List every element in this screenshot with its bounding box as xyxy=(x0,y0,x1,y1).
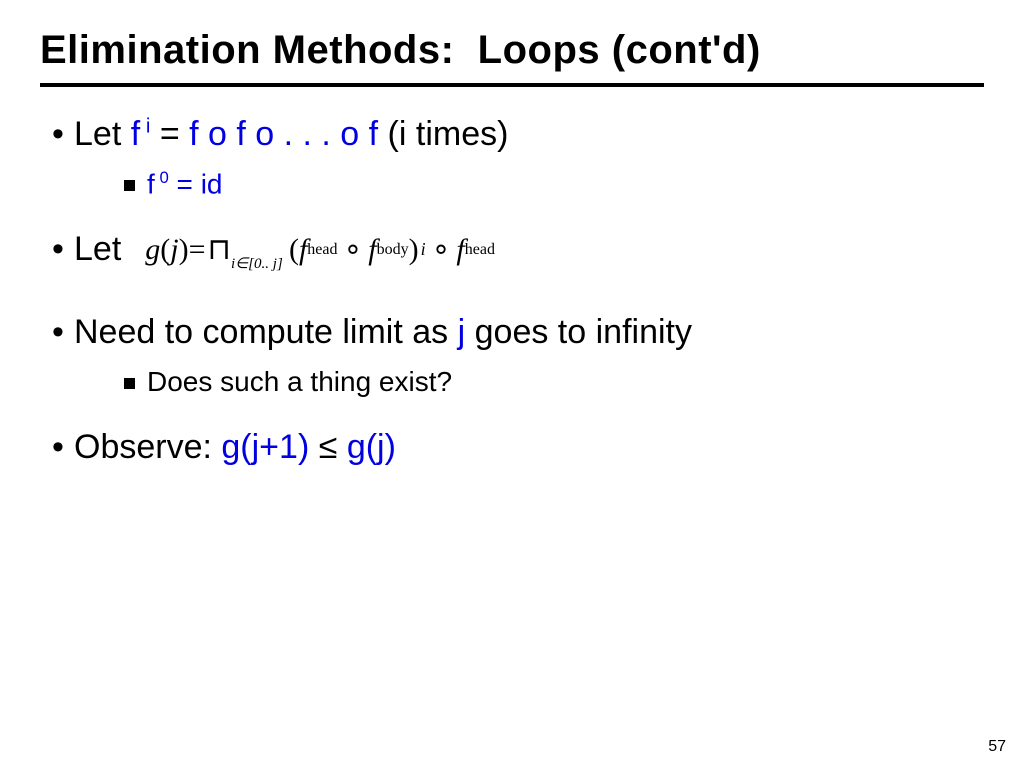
head-sub: head xyxy=(307,241,337,259)
sup-i: i xyxy=(140,116,150,138)
lp2: ( xyxy=(289,233,299,267)
g: g xyxy=(145,233,160,267)
let2: Let xyxy=(74,230,121,268)
observe-lhs: g(j+1) xyxy=(221,428,309,466)
observe-rhs: g(j) xyxy=(347,428,396,466)
page-number: 57 xyxy=(988,738,1006,756)
f0-eq: = id xyxy=(169,168,223,199)
bullet-let-fi: •Let f i = f o f o . . . o f (i times) xyxy=(40,115,984,154)
limit-pre: Need to compute limit as xyxy=(74,313,458,351)
circ2: ∘ xyxy=(432,232,451,267)
observe-le: ≤ xyxy=(309,428,347,466)
g-formula: g(j) = ⊓i∈[0.. j](fhead∘fbody)i∘fhead xyxy=(145,232,495,267)
bullet-f0-id: f 0 = id xyxy=(40,168,984,200)
rp2: ) xyxy=(409,233,419,267)
fhead: f xyxy=(299,233,307,267)
f0-sup: 0 xyxy=(155,168,169,187)
sup-i2: i xyxy=(421,239,426,260)
bullet-observe: •Observe: g(j+1) ≤ g(j) xyxy=(40,428,984,467)
f0-f: f xyxy=(147,168,155,199)
limit-post: goes to infinity xyxy=(465,313,692,351)
eq2: = xyxy=(189,233,206,267)
exist-text: Does such a thing exist? xyxy=(147,366,452,397)
observe-pre: Observe: xyxy=(74,428,221,466)
bullet-let-g: •Let g(j) = ⊓i∈[0.. j](fhead∘fbody)i∘fhe… xyxy=(40,230,984,269)
body-sub: body xyxy=(377,241,409,259)
fhead2: f xyxy=(456,233,464,267)
eq: = xyxy=(150,115,189,153)
rp: ) xyxy=(179,233,189,267)
head-sub2: head xyxy=(465,241,495,259)
bullet-limit: •Need to compute limit as j goes to infi… xyxy=(40,313,984,352)
j: j xyxy=(170,233,178,267)
cap-sub: i∈[0.. j] xyxy=(231,254,283,273)
tail: (i times) xyxy=(388,115,509,153)
circ1: ∘ xyxy=(344,232,363,267)
square-bullet-icon xyxy=(124,180,135,191)
bullet-exist: Does such a thing exist? xyxy=(40,366,984,398)
slide-title: Elimination Methods: Loops (cont'd) xyxy=(40,28,984,73)
square-bullet-icon xyxy=(124,378,135,389)
f-var: f xyxy=(131,115,140,153)
title-rule xyxy=(40,83,984,87)
lp: ( xyxy=(160,233,170,267)
cap-icon: ⊓ xyxy=(208,233,231,266)
let-word: Let xyxy=(74,115,131,153)
rhs: f o f o . . . o f xyxy=(189,115,387,153)
meet-operator: ⊓i∈[0.. j] xyxy=(208,232,231,267)
fbody: f xyxy=(368,233,376,267)
